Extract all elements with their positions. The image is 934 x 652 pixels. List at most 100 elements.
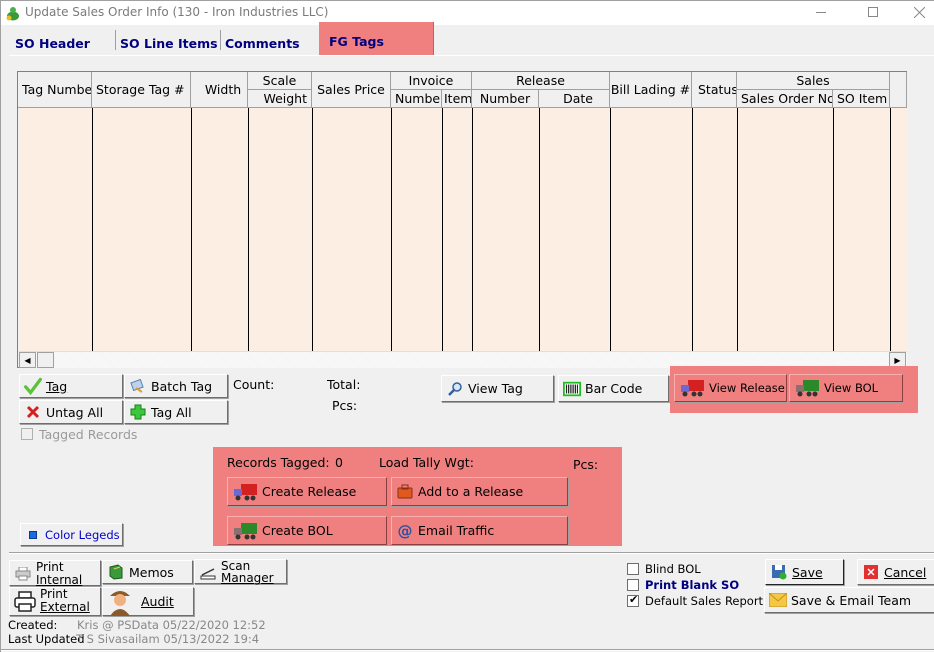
col-header-release-number[interactable]: Number (472, 90, 539, 108)
scan-manager-label-2: Manager (221, 571, 274, 585)
save-email-team-button[interactable]: Save & Email Team (764, 587, 934, 613)
fg-tags-grid[interactable]: Tag Numbe Storage Tag # Width Scale Weig… (17, 71, 907, 368)
color-legend-button[interactable]: Color Legeds (20, 523, 123, 546)
records-tagged-value: 0 (335, 455, 343, 470)
memos-button[interactable]: Memos (102, 560, 193, 584)
untag-all-button[interactable]: Untag All (19, 400, 123, 424)
col-divider (737, 108, 738, 351)
create-bol-button[interactable]: Create BOL (227, 516, 387, 545)
col-divider (92, 108, 93, 351)
tag-all-button[interactable]: Tag All (124, 400, 228, 424)
tab-divider (115, 30, 116, 50)
window-title: Update Sales Order Info (130 - Iron Indu… (25, 5, 329, 19)
printer-icon (14, 565, 32, 583)
print-blank-so-checkbox[interactable] (627, 579, 639, 591)
batch-tag-icon (129, 377, 147, 395)
email-traffic-button[interactable]: @ Email Traffic (391, 516, 568, 545)
col-header-invoice-number[interactable]: Numbe (391, 90, 442, 108)
col-group-invoice: Invoice (391, 72, 472, 90)
default-sales-report-checkbox[interactable]: ✔ (627, 593, 639, 607)
view-bol-label: View BOL (824, 381, 879, 395)
tab-so-header[interactable]: SO Header (15, 31, 90, 55)
col-header-sales-order-no[interactable]: Sales Order No (737, 90, 833, 108)
col-header-release-date[interactable]: Date (539, 90, 610, 108)
view-tag-button[interactable]: View Tag (441, 375, 554, 402)
blind-bol-checkbox[interactable] (627, 563, 639, 575)
tab-bar: SO Header SO Line Items Comments FG Tags (1, 22, 934, 55)
col-group-sales: Sales (737, 72, 890, 90)
printer-icon (14, 591, 36, 613)
checkmark-icon (24, 377, 42, 396)
tagged-records-label: Tagged Records (39, 427, 138, 442)
created-label: Created: (8, 618, 58, 632)
default-sales-report-label: Default Sales Report (645, 594, 764, 608)
col-divider (692, 108, 693, 351)
grid-body[interactable] (19, 108, 907, 351)
tab-so-line-items[interactable]: SO Line Items (120, 31, 218, 55)
col-header-scale-weight[interactable]: Weight (248, 90, 312, 108)
close-button[interactable] (896, 1, 934, 23)
scanner-icon (199, 564, 217, 582)
tab-comments[interactable]: Comments (225, 31, 300, 55)
print-internal-label-2: Internal (36, 573, 83, 587)
tag-label: Tag (46, 378, 68, 394)
count-label: Count: (233, 377, 275, 392)
col-header-storage-tag[interactable]: Storage Tag # (92, 72, 191, 108)
at-sign-icon: @ (397, 521, 413, 540)
batch-tag-button[interactable]: Batch Tag (124, 374, 228, 398)
color-legend-label: Color Legeds (45, 527, 120, 542)
add-to-release-button[interactable]: Add to a Release (391, 477, 568, 506)
arrow-right-icon: ▶ (894, 355, 901, 365)
audit-button[interactable]: Audit (102, 587, 194, 616)
col-header-width[interactable]: Width (191, 72, 248, 108)
email-traffic-label: Email Traffic (418, 523, 495, 538)
col-divider (472, 108, 473, 351)
footer-divider (9, 552, 934, 554)
col-divider (833, 108, 834, 351)
view-bol-button[interactable]: View BOL (789, 374, 903, 402)
col-header-tag-number[interactable]: Tag Numbe (18, 72, 92, 108)
audit-label: Audit (141, 594, 174, 609)
tag-all-label: Tag All (151, 404, 192, 420)
bar-code-button[interactable]: Bar Code (558, 375, 669, 402)
scrollbar-thumb[interactable] (37, 352, 54, 368)
col-divider (391, 108, 392, 351)
cancel-button[interactable]: Cancel (857, 559, 934, 585)
create-bol-label: Create BOL (262, 523, 333, 538)
scan-manager-button[interactable]: Scan Manager (194, 559, 287, 584)
cancel-icon (862, 563, 880, 581)
tab-divider (220, 30, 221, 50)
view-release-button[interactable]: View Release (674, 374, 787, 402)
tab-fg-tags[interactable]: FG Tags (319, 22, 434, 55)
create-release-button[interactable]: Create Release (227, 477, 387, 506)
col-header-bill-lading[interactable]: Bill Lading # (610, 72, 692, 108)
print-external-button[interactable]: Print External (9, 587, 101, 616)
col-header-so-item[interactable]: SO Item (833, 90, 890, 108)
green-plus-icon (129, 403, 147, 421)
col-header-status[interactable]: Status (692, 72, 737, 108)
scroll-left-button[interactable]: ◀ (19, 352, 36, 368)
add-to-release-label: Add to a Release (418, 484, 524, 499)
bottom-divider (1, 649, 934, 651)
blind-bol-label: Blind BOL (645, 562, 701, 576)
arrow-left-icon: ◀ (24, 355, 31, 365)
created-value: Kris @ PSData 05/22/2020 12:52 (77, 618, 266, 632)
money-bag-icon (6, 7, 19, 21)
col-header-invoice-item[interactable]: Item (442, 90, 472, 108)
col-divider (610, 108, 611, 351)
red-x-icon (24, 403, 42, 421)
tag-button[interactable]: Tag (19, 374, 123, 398)
col-header-sales-price[interactable]: Sales Price (312, 72, 391, 108)
maximize-button[interactable] (850, 1, 896, 23)
red-truck-icon (679, 379, 705, 397)
bar-code-label: Bar Code (585, 381, 643, 396)
last-updated-value: T S Sivasailam 05/13/2022 19:4 (76, 632, 260, 646)
checkmark-icon: ✔ (629, 593, 639, 606)
save-email-team-label: Save & Email Team (791, 592, 912, 608)
minimize-button[interactable] (798, 1, 844, 23)
untag-all-label: Untag All (46, 404, 104, 420)
last-updated-label: Last Updated (8, 632, 85, 646)
save-button[interactable]: Save (765, 559, 844, 585)
tagged-records-checkbox[interactable] (21, 428, 33, 440)
print-internal-button[interactable]: Print Internal (9, 560, 101, 587)
